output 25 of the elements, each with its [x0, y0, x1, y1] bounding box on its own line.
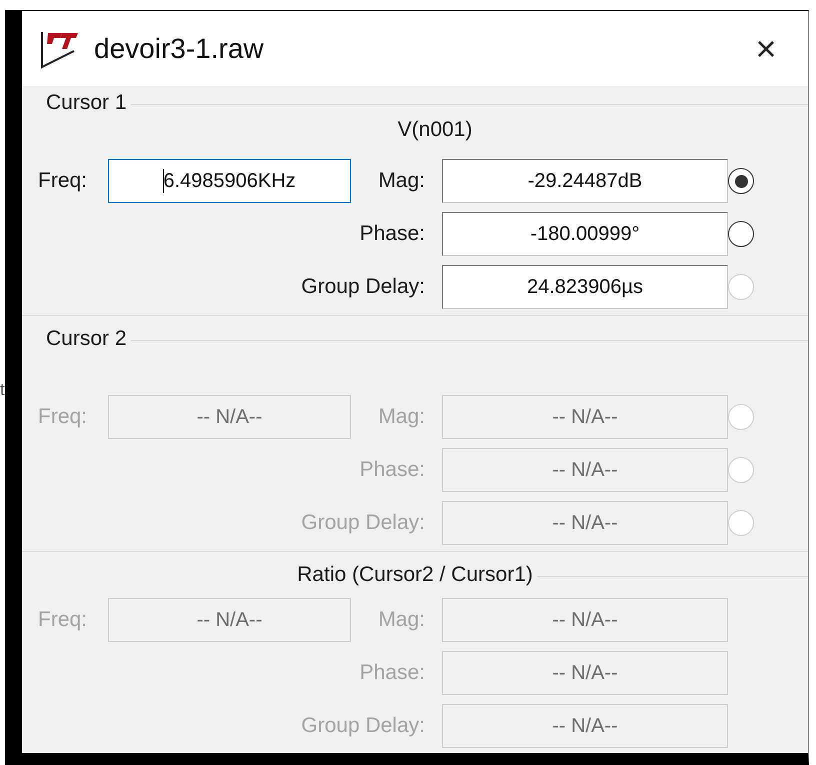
field-label: Freq: [38, 405, 88, 429]
field-label: Group Delay: [301, 511, 425, 535]
field-label: Phase: [360, 222, 425, 246]
signal-name: V(n001) [398, 117, 472, 143]
input-field[interactable]: 6.4985906KHz [108, 159, 351, 203]
close-button[interactable]: × [736, 28, 796, 68]
section-title: Cursor 1 [45, 91, 128, 115]
input-field[interactable]: 24.823906µs [442, 265, 728, 309]
field-label: Group Delay: [301, 275, 425, 299]
field-label: Mag: [378, 405, 425, 429]
input-field[interactable]: -180.00999° [442, 212, 728, 256]
section-title: Cursor 2 [45, 327, 128, 351]
edge-text: t [0, 380, 5, 400]
field-label: Group Delay: [301, 714, 425, 738]
field-label: Freq: [38, 608, 88, 632]
radio-button[interactable] [728, 221, 754, 247]
section-title: Ratio (Cursor2 / Cursor1) [296, 563, 534, 587]
field-label: Phase: [360, 661, 425, 685]
field-label: Freq: [38, 169, 88, 193]
field-label: Mag: [378, 608, 425, 632]
field-label: Phase: [360, 458, 425, 482]
radio-button[interactable] [728, 168, 754, 194]
window-title: devoir3-1.raw [94, 32, 265, 64]
field-label: Mag: [378, 169, 425, 193]
input-field[interactable]: -29.24487dB [442, 159, 728, 203]
